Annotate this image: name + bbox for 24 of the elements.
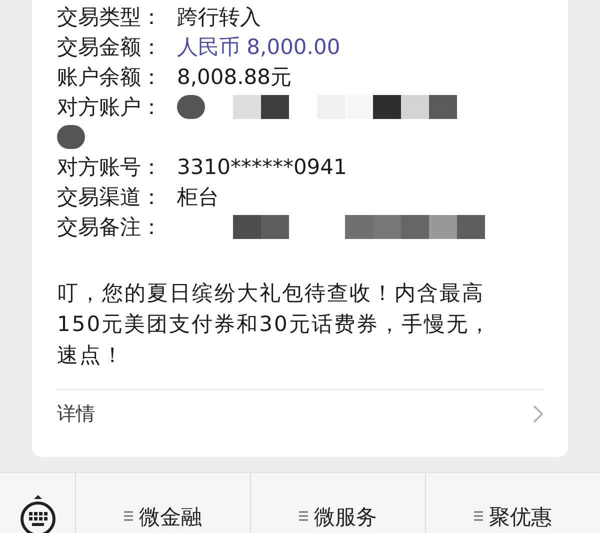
details-link[interactable]: 详情	[57, 390, 543, 438]
detail-value: 3310******0941	[177, 155, 347, 179]
detail-label: 交易类型：	[57, 4, 163, 31]
detail-label: 交易金额：	[57, 34, 163, 61]
menu-icon	[299, 511, 308, 521]
menu-icon	[124, 511, 133, 521]
keyboard-icon[interactable]	[18, 495, 58, 533]
menu-button[interactable]: 微服务	[250, 473, 425, 533]
detail-label: 对方账户：	[57, 94, 163, 121]
mosaic-redaction-drawing	[57, 123, 85, 151]
details-label: 详情	[57, 402, 95, 427]
detail-value: 8,008.88元	[177, 64, 292, 91]
detail-label: 交易渠道：	[57, 184, 163, 211]
promo-message: 叮，您的夏日缤纷大礼包待查收！内含最高150元美团支付券和30元话费券，手慢无，速点！	[57, 280, 492, 369]
detail-value: 跨行转入	[177, 4, 261, 31]
detail-label: 账户余额：	[57, 64, 163, 91]
detail-value: 人民币 8,000.00	[177, 34, 340, 61]
detail-value: 柜台	[177, 184, 219, 211]
menu-button[interactable]: 微金融	[75, 473, 250, 533]
detail-label: 交易备注：	[57, 214, 163, 241]
menu-icon	[474, 511, 483, 521]
chevron-right-icon	[533, 405, 543, 423]
menu-button[interactable]: 聚优惠	[425, 473, 600, 533]
detail-label: 对方账号：	[57, 154, 163, 181]
